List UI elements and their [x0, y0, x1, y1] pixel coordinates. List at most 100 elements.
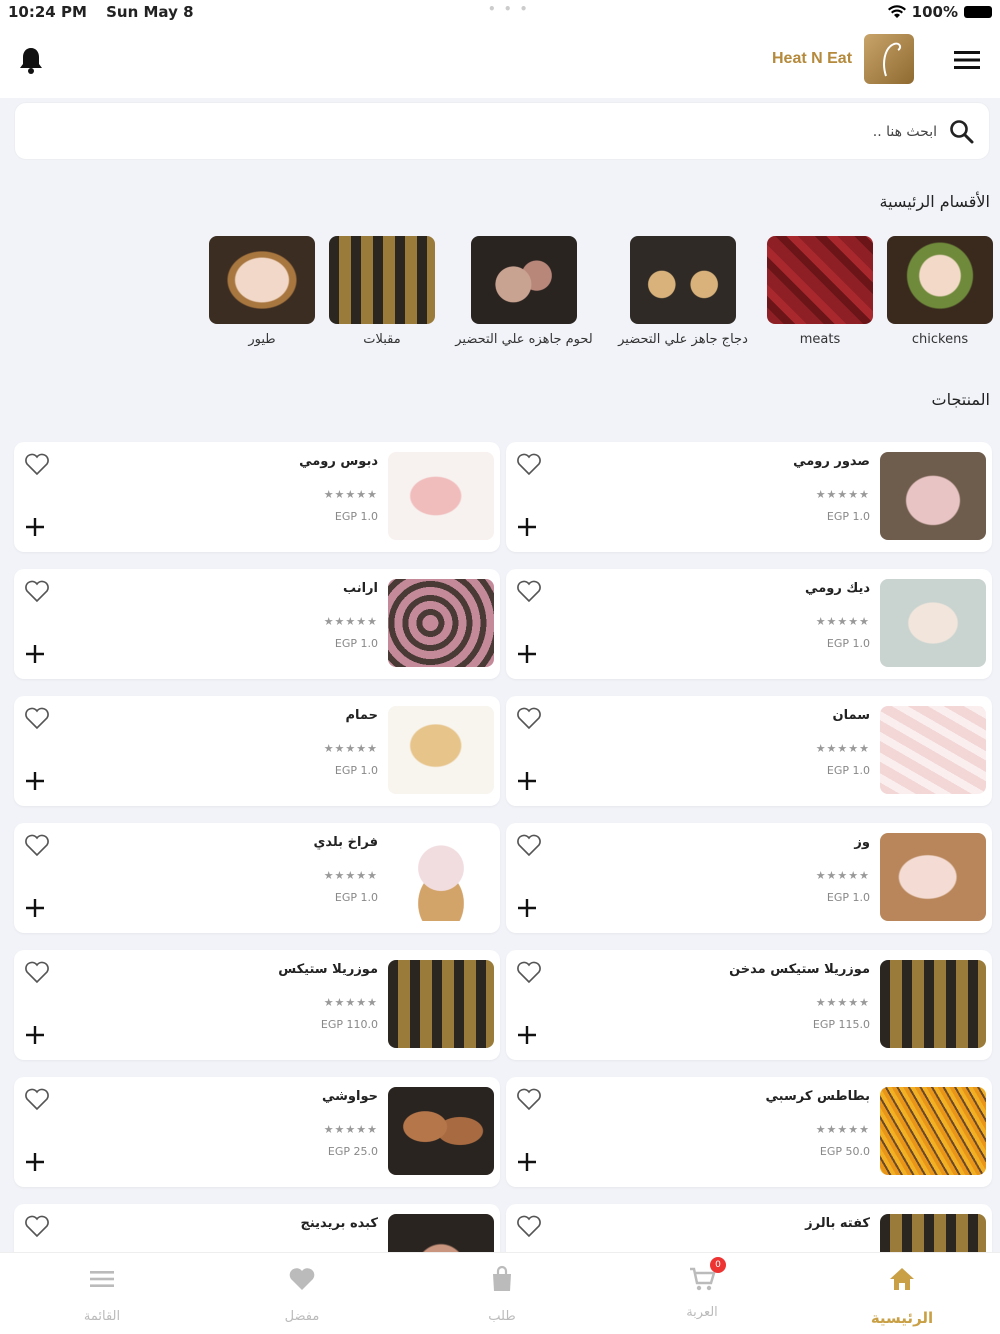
heart-icon[interactable] — [24, 452, 50, 476]
product-card[interactable]: وز ★★★★★ EGP 1.0 — [506, 823, 992, 933]
product-card[interactable]: ارانب ★★★★★ EGP 1.0 — [14, 569, 500, 679]
plus-icon[interactable] — [24, 1024, 46, 1046]
product-name: وز — [854, 835, 870, 850]
heart-icon[interactable] — [516, 706, 542, 730]
search-input[interactable] — [437, 121, 937, 143]
product-image — [388, 1214, 494, 1252]
product-name: بطاطس كرسبي — [765, 1089, 870, 1104]
product-name: ديك رومي — [805, 581, 870, 596]
heart-icon[interactable] — [24, 1214, 50, 1238]
plus-icon[interactable] — [516, 643, 538, 665]
heart-icon[interactable] — [516, 1214, 542, 1238]
product-card[interactable]: كفته بالرز — [506, 1204, 992, 1252]
plus-icon[interactable] — [516, 1024, 538, 1046]
product-name: كبده بريدينج — [300, 1216, 379, 1231]
product-image — [880, 452, 986, 540]
category-ready-chicken[interactable]: دجاج جاهز علي التحضير — [608, 236, 758, 347]
hamburger-menu-icon[interactable] — [954, 48, 980, 72]
product-image — [880, 833, 986, 921]
plus-icon[interactable] — [24, 1151, 46, 1173]
product-card[interactable]: حمام ★★★★★ EGP 1.0 — [14, 696, 500, 806]
product-card[interactable]: موزريلا ستيكس ★★★★★ EGP 110.0 — [14, 950, 500, 1060]
multitask-dots-icon[interactable]: • • • — [488, 2, 529, 16]
product-card[interactable]: سمان ★★★★★ EGP 1.0 — [506, 696, 992, 806]
product-card[interactable]: فراخ بلدي ★★★★★ EGP 1.0 — [14, 823, 500, 933]
top-bar: Heat N Eat — [0, 26, 1000, 98]
category-ready-meat[interactable]: لحوم جاهزه علي التحضير — [444, 236, 604, 347]
product-price: EGP 1.0 — [334, 764, 378, 777]
shopping-bag-icon — [493, 1265, 511, 1291]
chickens-image — [887, 236, 993, 324]
product-card[interactable]: صدور رومي ★★★★★ EGP 1.0 — [506, 442, 992, 552]
heart-icon[interactable] — [516, 960, 542, 984]
product-card[interactable]: كبده بريدينج — [14, 1204, 500, 1252]
products-grid: صدور رومي ★★★★★ EGP 1.0 دبوس رومي ★★★★★ … — [0, 440, 1000, 1252]
plus-icon[interactable] — [516, 516, 538, 538]
tab-menu[interactable]: القائمة — [42, 1265, 162, 1324]
heart-icon[interactable] — [24, 960, 50, 984]
category-chickens[interactable]: chickens — [886, 236, 994, 347]
plus-icon[interactable] — [24, 770, 46, 792]
product-price: EGP 1.0 — [826, 637, 870, 650]
bottom-tab-bar: الرئيسية 0 العربة طلب مفضل القائمة — [0, 1252, 1000, 1334]
product-rating: ★★★★★ — [815, 742, 870, 755]
ready-chicken-image — [630, 236, 736, 324]
product-rating: ★★★★★ — [323, 488, 378, 501]
product-name: حواوشي — [322, 1089, 378, 1104]
heart-icon[interactable] — [516, 1087, 542, 1111]
product-image — [388, 579, 494, 667]
plus-icon[interactable] — [516, 770, 538, 792]
status-date: Sun May 8 — [106, 3, 194, 21]
product-name: حمام — [345, 708, 379, 723]
plus-icon[interactable] — [24, 643, 46, 665]
heart-icon[interactable] — [516, 833, 542, 857]
heart-icon[interactable] — [24, 706, 50, 730]
heart-icon[interactable] — [516, 452, 542, 476]
heart-icon[interactable] — [24, 579, 50, 603]
product-name: ارانب — [342, 581, 378, 596]
product-image — [880, 1214, 986, 1252]
product-image — [880, 1087, 986, 1175]
product-name: دبوس رومي — [299, 454, 378, 469]
search-icon[interactable] — [949, 119, 975, 145]
product-card[interactable]: دبوس رومي ★★★★★ EGP 1.0 — [14, 442, 500, 552]
tab-home[interactable]: الرئيسية — [842, 1265, 962, 1327]
appetizers-image — [329, 236, 435, 324]
plus-icon[interactable] — [24, 897, 46, 919]
product-price: EGP 25.0 — [327, 1145, 378, 1158]
plus-icon[interactable] — [24, 516, 46, 538]
heart-icon[interactable] — [24, 833, 50, 857]
product-name: موزريلا ستيكس مدخن — [729, 962, 870, 977]
product-image — [388, 1087, 494, 1175]
category-birds[interactable]: طيور — [208, 236, 316, 347]
product-image — [388, 960, 494, 1048]
product-rating: ★★★★★ — [815, 996, 870, 1009]
heart-icon[interactable] — [516, 579, 542, 603]
product-price: EGP 1.0 — [334, 891, 378, 904]
birds-image — [209, 236, 315, 324]
battery-percent: 100% — [911, 3, 958, 21]
heart-icon[interactable] — [24, 1087, 50, 1111]
product-name: كفته بالرز — [805, 1216, 870, 1231]
plus-icon[interactable] — [516, 1151, 538, 1173]
product-image — [388, 452, 494, 540]
tab-favorites[interactable]: مفضل — [242, 1265, 362, 1324]
search-bar[interactable] — [14, 102, 990, 160]
product-price: EGP 1.0 — [826, 891, 870, 904]
product-price: EGP 1.0 — [826, 764, 870, 777]
category-meats[interactable]: meats — [766, 236, 874, 347]
product-card[interactable]: موزريلا ستيكس مدخن ★★★★★ EGP 115.0 — [506, 950, 992, 1060]
bell-icon[interactable] — [18, 46, 44, 74]
meats-image — [767, 236, 873, 324]
status-time: 10:24 PM — [8, 3, 87, 21]
plus-icon[interactable] — [516, 897, 538, 919]
tab-orders[interactable]: طلب — [442, 1265, 562, 1324]
product-rating: ★★★★★ — [323, 615, 378, 628]
ready-meat-image — [471, 236, 577, 324]
product-card[interactable]: ديك رومي ★★★★★ EGP 1.0 — [506, 569, 992, 679]
product-card[interactable]: بطاطس كرسبي ★★★★★ EGP 50.0 — [506, 1077, 992, 1187]
tab-cart[interactable]: 0 العربة — [642, 1257, 762, 1320]
products-title: المنتجات — [931, 390, 991, 409]
category-appetizers[interactable]: مقبلات — [328, 236, 436, 347]
product-card[interactable]: حواوشي ★★★★★ EGP 25.0 — [14, 1077, 500, 1187]
